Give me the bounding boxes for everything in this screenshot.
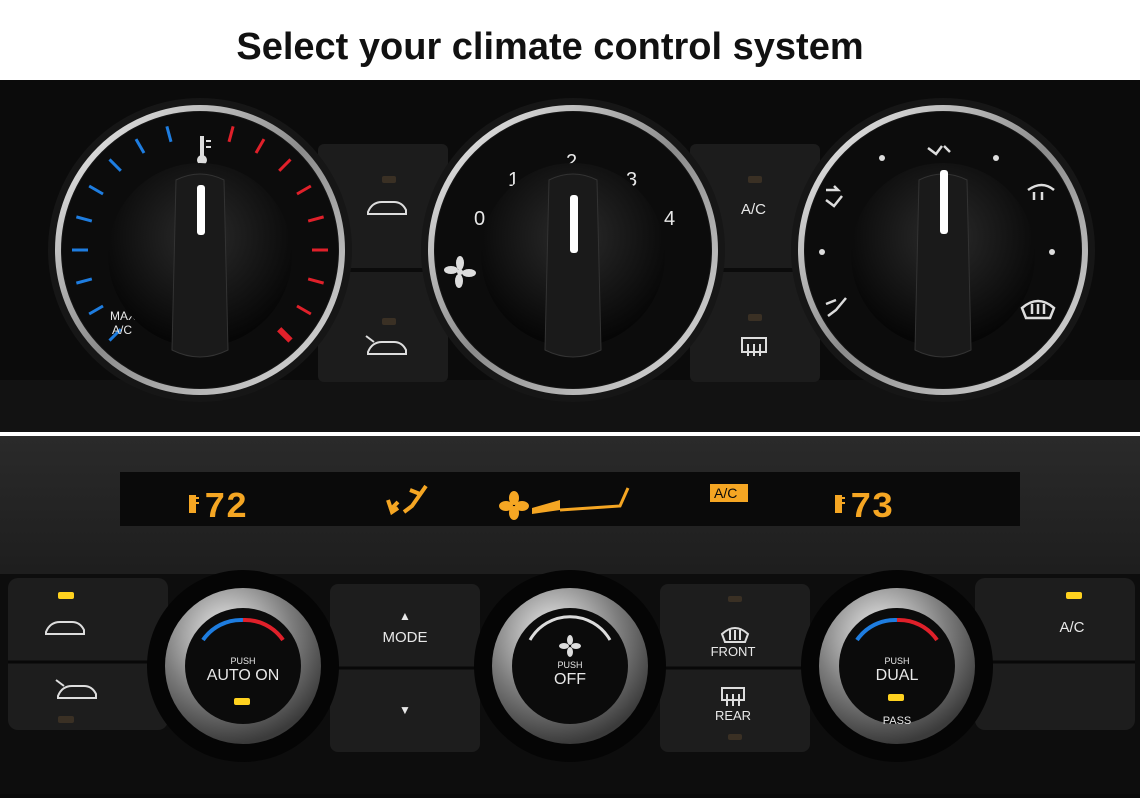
- manual-panel-highlight: [0, 80, 1140, 432]
- page-title: Select your climate control system: [236, 26, 864, 68]
- automatic-climate-option[interactable]: 72 A/C 73 PUSH AUTO ON ▲ MODE ▼ PUSH OFF…: [0, 436, 1140, 798]
- auto-panel-highlight: [0, 436, 1140, 798]
- manual-climate-option[interactable]: MAX A/C 0 1 2 3 4 A/C: [0, 80, 1140, 432]
